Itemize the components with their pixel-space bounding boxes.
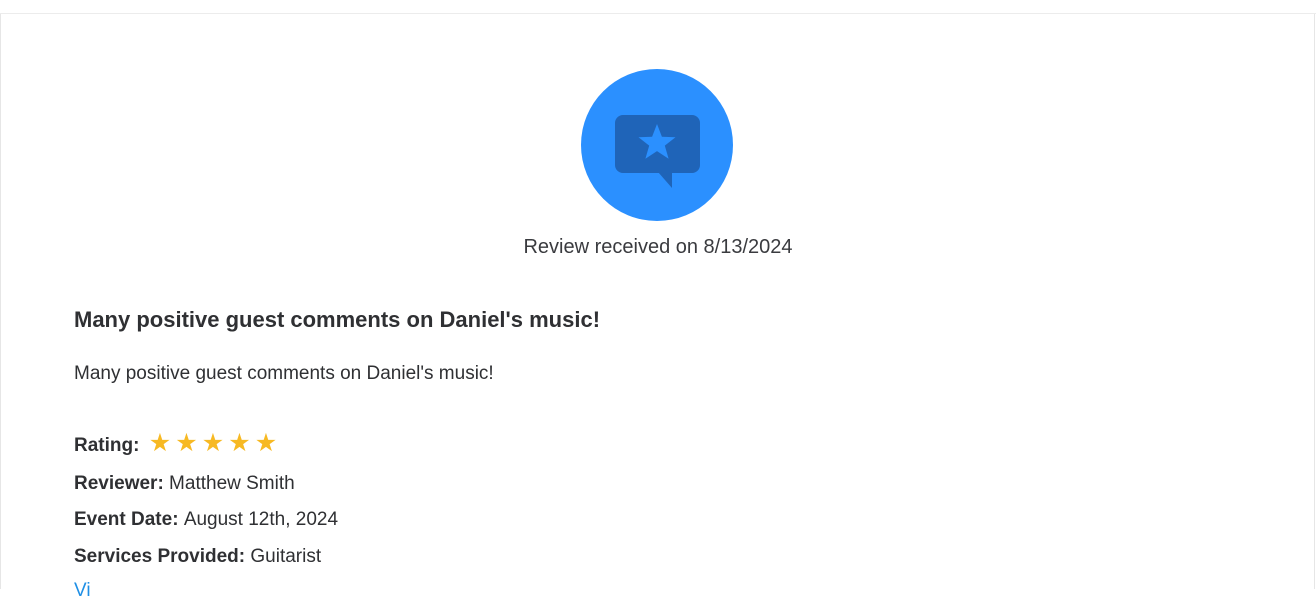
services-value: Guitarist bbox=[250, 546, 322, 567]
reviewer-value: Matthew Smith bbox=[169, 473, 295, 494]
services-row: Services Provided: Guitarist bbox=[74, 544, 321, 570]
star-icon: ★ bbox=[201, 428, 225, 457]
rating-stars: ★ ★ ★ ★ ★ bbox=[148, 428, 282, 460]
event-date-row: Event Date: August 12th, 2024 bbox=[74, 507, 338, 533]
rating-label: Rating: bbox=[74, 435, 145, 456]
review-star-bubble-icon bbox=[615, 115, 700, 188]
review-received-date: Review received on 8/13/2024 bbox=[523, 236, 793, 258]
event-date-label: Event Date: bbox=[74, 509, 184, 530]
reviewer-row: Reviewer: Matthew Smith bbox=[74, 471, 295, 497]
event-date-value: August 12th, 2024 bbox=[183, 509, 339, 530]
review-title: Many positive guest comments on Daniel's… bbox=[74, 307, 601, 332]
top-bar bbox=[0, 0, 1316, 14]
star-icon: ★ bbox=[228, 428, 251, 457]
star-icon: ★ bbox=[254, 428, 278, 457]
review-icon-badge bbox=[581, 69, 733, 221]
rating-row: Rating: ★ ★ ★ ★ ★ bbox=[74, 428, 282, 460]
star-icon: ★ bbox=[148, 428, 172, 457]
view-link[interactable]: Vi bbox=[74, 578, 91, 604]
reviewer-label: Reviewer: bbox=[74, 473, 170, 494]
services-label: Services Provided: bbox=[74, 546, 251, 567]
review-body: Many positive guest comments on Daniel's… bbox=[74, 363, 494, 384]
star-icon: ★ bbox=[175, 428, 198, 457]
